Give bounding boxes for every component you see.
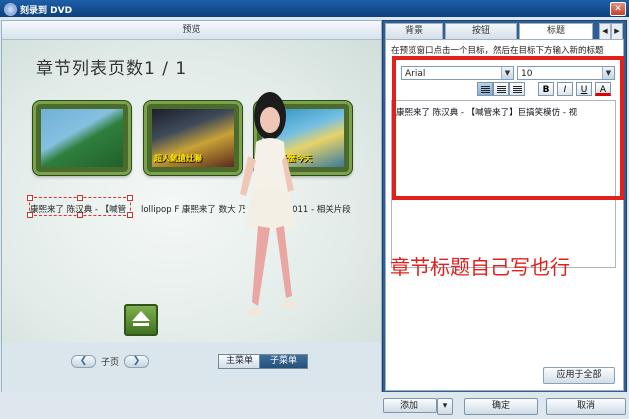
properties-panel: 背景 按钮 标题 ◀ ▶ 在预览窗口点击一个目标，然后在目标下方输入新的标题 A… — [382, 20, 627, 394]
background-figure-image — [240, 92, 297, 316]
chevron-down-icon: ▼ — [501, 67, 513, 79]
close-button[interactable]: ✕ — [610, 2, 626, 16]
font-family-value: Arial — [405, 69, 426, 79]
tab-buttons[interactable]: 按钮 — [445, 23, 517, 40]
font-size-select[interactable]: 10 ▼ — [517, 66, 615, 80]
align-center-icon[interactable] — [493, 82, 509, 96]
next-page-button[interactable]: ❯ — [124, 355, 149, 368]
tab-title[interactable]: 标题 — [519, 23, 593, 40]
preview-header: 预览 — [2, 21, 381, 40]
add-dropdown-icon[interactable]: ▾ — [437, 398, 453, 415]
align-right-icon[interactable] — [509, 82, 525, 96]
main-menu-button[interactable]: 主菜单 — [218, 354, 261, 369]
align-left-icon[interactable] — [477, 82, 493, 96]
prev-page-button[interactable]: ❮ — [71, 355, 96, 368]
font-family-select[interactable]: Arial ▼ — [401, 66, 514, 80]
title-text-value: 康熙来了 陈汉典 - 【喊管来了】巨搞笑模仿 - 视 — [396, 108, 578, 118]
chapter-label-1[interactable]: 康熙来了 陈汉典 - 【喊管 — [30, 203, 134, 215]
dvd-app-icon — [4, 3, 17, 16]
resize-handle[interactable] — [127, 195, 133, 201]
menu-navigation: ❮ 子页 ❯ 主菜单 子菜单 — [2, 342, 381, 393]
apply-to-all-button[interactable]: 应用于全部 — [543, 367, 615, 384]
tab-scroll-left-icon[interactable]: ◀ — [599, 23, 611, 40]
font-size-value: 10 — [521, 69, 533, 79]
annotation-note: 章节标题自己写也行 — [390, 255, 570, 279]
tab-scroll-right-icon[interactable]: ▶ — [611, 23, 623, 40]
resize-handle[interactable] — [77, 195, 83, 201]
tab-strip: 背景 按钮 标题 ◀ ▶ — [385, 23, 624, 40]
thumbnail-image — [41, 109, 123, 167]
italic-button[interactable]: I — [557, 82, 573, 96]
add-button[interactable]: 添加 — [383, 398, 437, 413]
bottom-bar: 添加 ▾ 确定 取消 — [0, 392, 629, 419]
text-color-button[interactable]: A — [595, 82, 611, 96]
resize-handle[interactable] — [27, 195, 33, 201]
instruction-text: 在预览窗口点击一个目标，然后在目标下方输入新的标题 — [391, 46, 604, 56]
page-label: 子页 — [101, 358, 120, 368]
bold-button[interactable]: B — [538, 82, 554, 96]
chapter-list-title: 章节列表页数1 / 1 — [36, 59, 188, 79]
preview-panel: 预览 章节列表页数1 / 1 超人氣搶灶聯 你為什麼今天 康熙来了 陈汉典 - … — [1, 20, 382, 394]
ok-button[interactable]: 确定 — [464, 398, 538, 415]
window-title: 刻录到 DVD — [20, 6, 73, 16]
chapter-thumbnail-1[interactable] — [33, 101, 131, 175]
title-tab-content: 在预览窗口点击一个目标，然后在目标下方输入新的标题 Arial ▼ 10 ▼ B… — [385, 39, 624, 391]
title-bar: 刻录到 DVD ✕ — [0, 0, 629, 17]
eject-icon[interactable] — [124, 304, 158, 336]
menu-preview-stage[interactable]: 章节列表页数1 / 1 超人氣搶灶聯 你為什麼今天 康熙来了 陈汉典 - 【喊管… — [2, 40, 381, 342]
title-text-editor[interactable]: 康熙来了 陈汉典 - 【喊管来了】巨搞笑模仿 - 视 — [391, 100, 616, 268]
underline-button[interactable]: U — [576, 82, 592, 96]
thumbnail-caption: 超人氣搶灶聯 — [154, 154, 202, 163]
sub-menu-button[interactable]: 子菜单 — [259, 354, 308, 369]
cancel-button[interactable]: 取消 — [546, 398, 626, 415]
tab-background[interactable]: 背景 — [385, 23, 443, 40]
chevron-down-icon: ▼ — [602, 67, 614, 79]
